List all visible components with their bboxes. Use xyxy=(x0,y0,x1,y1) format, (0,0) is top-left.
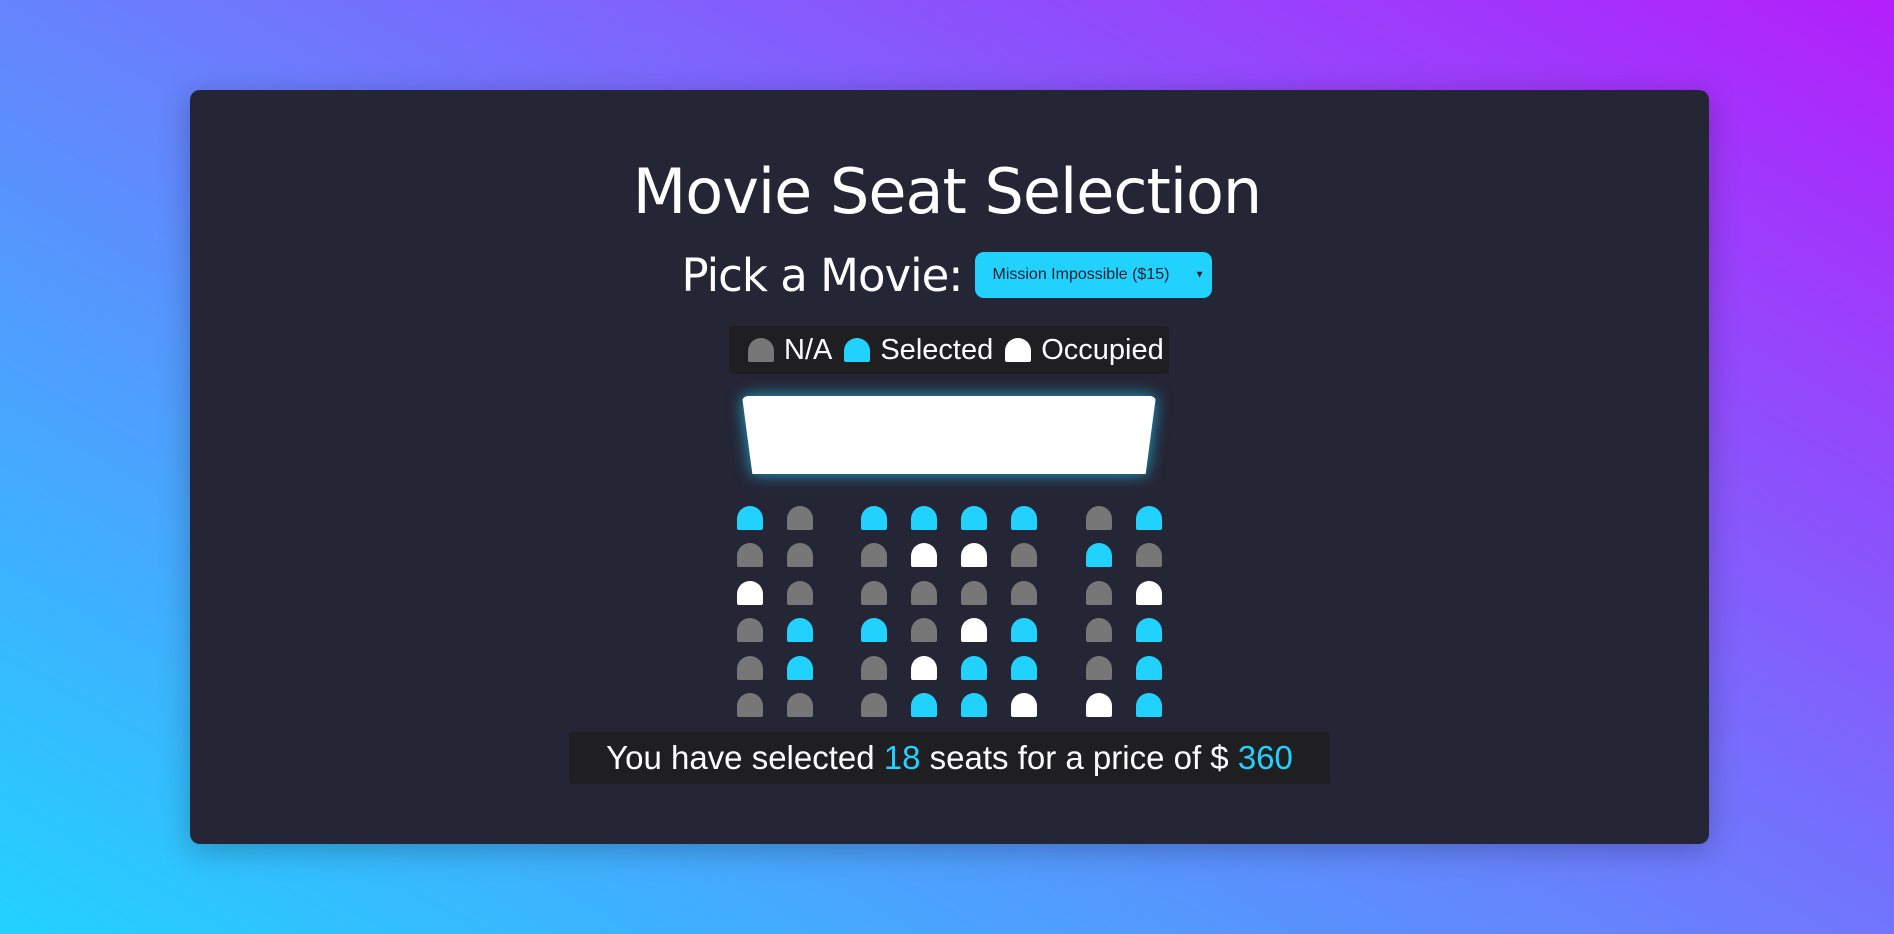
legend-item-selected: Selected xyxy=(844,334,993,367)
seat-selected[interactable] xyxy=(911,506,937,530)
seat-na[interactable] xyxy=(861,581,887,605)
seat-selected[interactable] xyxy=(1011,618,1037,642)
movie-picker: Pick a Movie: Mission Impossible ($15) ▼ xyxy=(0,248,1894,302)
seat-na[interactable] xyxy=(861,543,887,567)
selected-count: 18 xyxy=(883,739,921,776)
seat-selected[interactable] xyxy=(787,618,813,642)
seat-na[interactable] xyxy=(1011,581,1037,605)
seat-na[interactable] xyxy=(787,581,813,605)
seat-legend: N/A Selected Occupied xyxy=(729,326,1169,374)
seat-selected[interactable] xyxy=(1086,543,1112,567)
seat-selected-icon xyxy=(844,338,871,362)
seat-na[interactable] xyxy=(787,693,813,717)
seat-occupied xyxy=(1011,693,1037,717)
seat-occupied xyxy=(1086,693,1112,717)
seat-na[interactable] xyxy=(1136,543,1162,567)
movie-select-value: Mission Impossible ($15) xyxy=(992,266,1170,283)
seat-na[interactable] xyxy=(1086,506,1112,530)
seat-selected[interactable] xyxy=(911,693,937,717)
legend-na-label: N/A xyxy=(784,333,833,366)
legend-item-occupied: Occupied xyxy=(1005,334,1164,367)
seat-selected[interactable] xyxy=(961,656,987,680)
seat-occupied xyxy=(961,618,987,642)
seat-selected[interactable] xyxy=(1011,506,1037,530)
seat-occupied xyxy=(911,543,937,567)
seat-selected[interactable] xyxy=(787,656,813,680)
seat-na-icon xyxy=(748,338,774,362)
seat-occupied xyxy=(961,543,987,567)
seat-occupied-icon xyxy=(1005,338,1032,362)
seat-na[interactable] xyxy=(787,543,813,567)
seat-na[interactable] xyxy=(1011,543,1037,567)
seat-na[interactable] xyxy=(1086,656,1112,680)
seat-selected[interactable] xyxy=(1136,693,1162,717)
seat-selected[interactable] xyxy=(961,506,987,530)
seat-occupied xyxy=(737,581,763,605)
seat-selected[interactable] xyxy=(1011,656,1037,680)
cinema-screen-panel xyxy=(742,396,1156,474)
seat-occupied xyxy=(911,656,937,680)
legend-occupied-label: Occupied xyxy=(1041,333,1164,366)
total-price: 360 xyxy=(1237,739,1293,776)
seat-selected[interactable] xyxy=(1136,506,1162,530)
seat-na[interactable] xyxy=(737,543,763,567)
seat-na[interactable] xyxy=(861,693,887,717)
movie-select[interactable]: Mission Impossible ($15) ▼ xyxy=(975,252,1213,298)
summary-middle: seats for a price of $ xyxy=(920,739,1238,776)
seat-na[interactable] xyxy=(911,581,937,605)
seat-selected[interactable] xyxy=(1136,618,1162,642)
seat-na[interactable] xyxy=(1086,581,1112,605)
seat-selected[interactable] xyxy=(737,506,763,530)
selection-summary: You have selected 18 seats for a price o… xyxy=(569,732,1330,784)
legend-selected-label: Selected xyxy=(880,333,994,366)
movie-picker-label: Pick a Movie: xyxy=(681,248,964,302)
legend-item-na: N/A xyxy=(748,334,832,367)
seat-na[interactable] xyxy=(911,618,937,642)
seat-na[interactable] xyxy=(787,506,813,530)
page-title: Movie Seat Selection xyxy=(632,155,1262,228)
seat-selected[interactable] xyxy=(861,618,887,642)
seat-selected[interactable] xyxy=(861,506,887,530)
seat-selected[interactable] xyxy=(961,693,987,717)
seat-selected[interactable] xyxy=(1136,656,1162,680)
seat-na[interactable] xyxy=(737,618,763,642)
summary-prefix: You have selected xyxy=(606,739,884,776)
seat-occupied xyxy=(1136,581,1162,605)
seat-na[interactable] xyxy=(737,656,763,680)
seat-na[interactable] xyxy=(861,656,887,680)
seat-na[interactable] xyxy=(1086,618,1112,642)
triangle-down-icon: ▼ xyxy=(1194,269,1205,281)
seat-na[interactable] xyxy=(961,581,987,605)
cinema-screen xyxy=(742,396,1156,474)
seat-na[interactable] xyxy=(737,693,763,717)
